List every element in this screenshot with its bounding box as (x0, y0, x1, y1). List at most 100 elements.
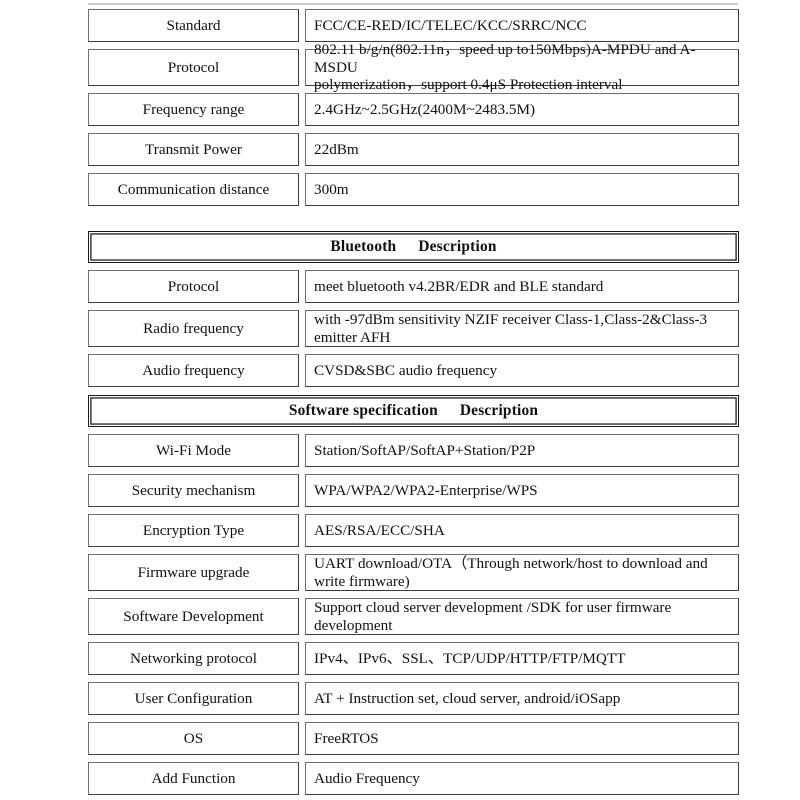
row-label: Protocol (88, 49, 299, 86)
table-row: Radio frequency with -97dBm sensitivity N… (88, 310, 739, 347)
row-gap (88, 126, 739, 133)
section-header-bluetooth: Bluetooth Description (88, 231, 739, 263)
table-row: Add Function Audio Frequency (88, 762, 739, 795)
row-value-line: Station/SoftAP/SoftAP+Station/P2P (314, 441, 536, 459)
row-value-line: CVSD&SBC audio frequency (314, 361, 498, 379)
row-label: User Configuration (88, 682, 299, 715)
row-label: Software Development (88, 598, 299, 635)
row-value-lines: 300m (314, 181, 732, 199)
row-label: OS (88, 722, 299, 755)
row-value-line: WPA/WPA2/WPA2-Enterprise/WPS (314, 481, 538, 499)
row-value-line: with -97dBm sensitivity NZIF receiver Cl… (314, 310, 708, 328)
row-gap (88, 347, 739, 354)
table-row: Communication distance 300m (88, 173, 739, 206)
table-row: Security mechanism WPA/WPA2/WPA2-Enterpri… (88, 474, 739, 507)
row-gap (88, 635, 739, 642)
row-value-line: write firmware) (314, 572, 410, 590)
table-row: User Configuration AT + Instruction set, … (88, 682, 739, 715)
row-label: Add Function (88, 762, 299, 795)
row-value: 300m (305, 173, 739, 206)
row-label: Encryption Type (88, 514, 299, 547)
row-value-line: FreeRTOS (314, 729, 379, 747)
table-row: Wi-Fi Mode Station/SoftAP/SoftAP+Station/… (88, 434, 739, 467)
row-value-line: AES/RSA/ECC/SHA (314, 521, 445, 539)
row-gap (88, 591, 739, 598)
row-value: 22dBm (305, 133, 739, 166)
section-header-cell: Software specification Description (88, 395, 739, 427)
row-value-line: 2.4GHz~2.5GHz(2400M~2483.5M) (314, 100, 536, 118)
row-gap (88, 547, 739, 554)
row-gap (88, 166, 739, 173)
section-header-description: Description (459, 402, 539, 420)
section-header-description: Description (418, 238, 497, 256)
row-value-line: AT + Instruction set, cloud server, andr… (314, 689, 621, 707)
header-gap (88, 263, 739, 270)
section-header-software-specification: Software specification Description (88, 395, 739, 427)
row-value-line: polymerization，support 0.4μS Protection … (314, 76, 623, 94)
row-value-lines: 22dBm (314, 141, 732, 159)
row-value-lines: FCC/CE-RED/IC/TELEC/KCC/SRRC/NCC (314, 17, 732, 35)
header-gap (88, 427, 739, 434)
specification-table: Standard FCC/CE-RED/IC/TELEC/KCC/SRRC/NCC… (88, 9, 739, 795)
row-value: CVSD&SBC audio frequency (305, 354, 739, 387)
row-label: Communication distance (88, 173, 299, 206)
row-label: Audio frequency (88, 354, 299, 387)
table-row: Protocol meet bluetooth v4.2BR/EDR and BL… (88, 270, 739, 303)
row-value: IPv4、IPv6、SSL、TCP/UDP/HTTP/FTP/MQTT (305, 642, 739, 675)
row-value: 802.11 b/g/n(802.11n，speed up to150Mbps)… (305, 41, 739, 93)
section-header-title: Software specification (288, 402, 438, 420)
section-header-title: Bluetooth (330, 238, 397, 256)
table-row: Audio frequency CVSD&SBC audio frequency (88, 354, 739, 387)
row-label: Security mechanism (88, 474, 299, 507)
row-value: UART download/OTA（Through network/host t… (305, 554, 739, 591)
row-value: FCC/CE-RED/IC/TELEC/KCC/SRRC/NCC (305, 9, 739, 42)
table-row: Transmit Power 22dBm (88, 133, 739, 166)
row-value-line: development (314, 616, 393, 634)
table-row: Networking protocol IPv4、IPv6、SSL、TCP/UDP… (88, 642, 739, 675)
row-value: meet bluetooth v4.2BR/EDR and BLE standa… (305, 270, 739, 303)
row-value-line: IPv4、IPv6、SSL、TCP/UDP/HTTP/FTP/MQTT (314, 649, 626, 667)
row-label: Firmware upgrade (88, 554, 299, 591)
specification-sheet: Standard FCC/CE-RED/IC/TELEC/KCC/SRRC/NCC… (0, 0, 800, 800)
row-value-lines: Station/SoftAP/SoftAP+Station/P2P (314, 442, 732, 460)
row-value: Support cloud server development /SDK fo… (305, 598, 739, 635)
row-value-lines: IPv4、IPv6、SSL、TCP/UDP/HTTP/FTP/MQTT (314, 650, 732, 668)
row-value-lines: 2.4GHz~2.5GHz(2400M~2483.5M) (314, 101, 732, 119)
row-value: AES/RSA/ECC/SHA (305, 514, 739, 547)
row-value: WPA/WPA2/WPA2-Enterprise/WPS (305, 474, 739, 507)
row-value-lines: FreeRTOS (314, 730, 732, 748)
table-row: Software Development Support cloud server… (88, 598, 739, 635)
row-gap (88, 755, 739, 762)
row-label: Frequency range (88, 93, 299, 126)
table-row: Protocol 802.11 b/g/n(802.11n，speed up to… (88, 41, 739, 93)
table-row: Frequency range 2.4GHz~2.5GHz(2400M~2483.… (88, 93, 739, 126)
table-row: Firmware upgrade UART download/OTA（Throug… (88, 554, 739, 591)
row-gap (88, 715, 739, 722)
row-value-lines: CVSD&SBC audio frequency (314, 362, 732, 380)
row-value-lines: Support cloud server development /SDK fo… (314, 599, 732, 634)
row-value: Station/SoftAP/SoftAP+Station/P2P (305, 434, 739, 467)
row-value-lines: Audio Frequency (314, 770, 732, 788)
row-gap (88, 303, 739, 310)
row-value: FreeRTOS (305, 722, 739, 755)
row-label: Standard (88, 9, 299, 42)
section-header-cell: Bluetooth Description (88, 231, 739, 263)
row-value-lines: AT + Instruction set, cloud server, andr… (314, 690, 732, 708)
row-value-line: Audio Frequency (314, 769, 420, 787)
row-gap (88, 467, 739, 474)
row-gap (88, 675, 739, 682)
row-gap (88, 507, 739, 514)
row-value-lines: meet bluetooth v4.2BR/EDR and BLE standa… (314, 278, 732, 296)
row-value-lines: WPA/WPA2/WPA2-Enterprise/WPS (314, 482, 732, 500)
row-value: Audio Frequency (305, 762, 739, 795)
row-label: Networking protocol (88, 642, 299, 675)
row-value-line: emitter AFH (314, 328, 391, 346)
row-value-line: Support cloud server development /SDK fo… (314, 598, 672, 616)
clipped-top-rule (88, 3, 738, 5)
row-value-lines: with -97dBm sensitivity NZIF receiver Cl… (314, 311, 732, 346)
row-value-lines: AES/RSA/ECC/SHA (314, 522, 732, 540)
row-value-line: UART download/OTA（Through network/host t… (314, 554, 708, 572)
row-value-line: meet bluetooth v4.2BR/EDR and BLE standa… (314, 277, 604, 295)
